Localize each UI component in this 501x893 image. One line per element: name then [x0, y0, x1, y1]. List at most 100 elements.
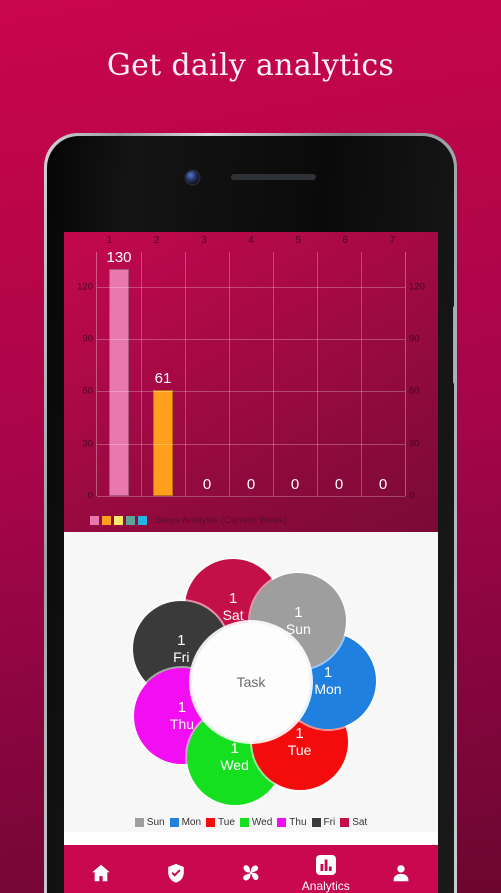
y-axis-tick-label: 120	[409, 281, 425, 293]
earpiece-speaker-icon	[231, 174, 316, 180]
nav-item-bar-chart[interactable]: Analytics	[288, 845, 363, 893]
legend-swatch	[340, 818, 350, 827]
y-axis-tick-label: 90	[82, 333, 93, 345]
donut-legend-label: Mon	[181, 817, 202, 828]
nav-item-home[interactable]	[64, 845, 139, 893]
donut-segment-label: Wed	[220, 757, 249, 774]
phone-screen: 1234567 130 61 0 0 0 0 0 0 0 30 30 60 60 90 90 120 120 …	[64, 232, 438, 893]
gridline-horizontal	[97, 496, 405, 497]
phone-mockup: 1234567 130 61 0 0 0 0 0 0 0 30 30 60 60 90 90 120 120 …	[44, 133, 457, 893]
donut-ring: 1 Sat 1 Fri 1 Thu 1 Wed 1 Tue 1 Mon 1 Sun Task	[126, 557, 376, 807]
front-camera-icon	[186, 170, 199, 184]
donut-legend-item[interactable]: Thu	[277, 817, 307, 828]
gridline-vertical	[361, 252, 362, 496]
y-axis-tick-label: 0	[409, 490, 415, 502]
x-axis-tick-label: 7	[389, 235, 396, 246]
donut-segment-label: Thu	[169, 715, 195, 732]
donut-segment-value: 1	[295, 724, 304, 742]
phone-side-button[interactable]	[453, 306, 454, 384]
donut-legend-label: Fri	[323, 817, 336, 828]
bar-slot[interactable]: 0	[229, 252, 273, 496]
person-icon	[390, 862, 412, 884]
legend-swatch	[277, 818, 287, 827]
bar-value-label: 0	[290, 476, 300, 493]
bar-slot[interactable]: 0	[185, 252, 229, 496]
donut-segment-value: 1	[323, 664, 333, 682]
y-axis-tick-label: 120	[77, 281, 93, 293]
bar-value-label: 0	[202, 476, 212, 493]
x-axis-tick-label: 5	[295, 235, 301, 246]
x-axis-tick-label: 6	[342, 235, 349, 246]
legend-swatch	[169, 818, 179, 827]
bar-chart-icon	[314, 853, 338, 877]
legend-swatch	[114, 516, 123, 525]
nav-item-label: Analytics	[301, 878, 350, 893]
bar[interactable]	[108, 269, 130, 496]
bar-slot[interactable]: 61	[141, 252, 185, 496]
donut-segment-label: Tue	[287, 741, 312, 758]
nav-item-fan[interactable]	[214, 845, 289, 893]
y-axis-tick-label: 90	[409, 333, 420, 345]
bar-slot[interactable]: 130	[97, 249, 141, 496]
bar-slot[interactable]: 0	[361, 252, 405, 496]
gridline-vertical	[141, 252, 142, 496]
bar-slot[interactable]: 0	[317, 252, 361, 496]
donut-legend-item[interactable]: Sun	[134, 817, 165, 828]
donut-segment-label: Mon	[314, 681, 342, 698]
donut-center-label: Task	[192, 623, 310, 741]
donut-legend-item[interactable]: Tue	[206, 817, 235, 828]
bar-chart-bars: 130 61 0 0 0 0 0	[97, 249, 405, 496]
donut-legend-item[interactable]: Fri	[311, 817, 336, 828]
y-axis-tick-label: 0	[87, 490, 93, 502]
bar-value-label: 130	[106, 249, 132, 267]
gridline-horizontal	[97, 339, 405, 341]
phone-frame: 1234567 130 61 0 0 0 0 0 0 0 30 30 60 60 90 90 120 120 …	[47, 136, 454, 893]
gridline-vertical	[317, 252, 318, 496]
nav-item-person[interactable]	[363, 845, 438, 893]
y-axis-tick-label: 30	[82, 438, 93, 450]
x-axis-tick-label: 2	[153, 235, 160, 246]
legend-swatch	[311, 818, 321, 827]
page-title: Get daily analytics	[106, 48, 395, 83]
bar-chart-x-axis: 1 2 3 4 5 6 7	[86, 235, 416, 250]
bar-value-label: 0	[334, 476, 344, 493]
donut-legend-label: Thu	[289, 817, 307, 828]
legend-swatch	[138, 516, 147, 525]
bottom-navigation-bar: Analytics	[64, 845, 438, 893]
x-axis-tick-label: 1	[106, 235, 113, 246]
gridline-vertical	[185, 252, 186, 496]
steps-bar-chart[interactable]: 1234567 130 61 0 0 0 0 0 0 0 30 30 60 60 90 90 120 120 …	[64, 232, 438, 532]
legend-swatch	[126, 516, 135, 525]
bar-chart-plot-area: 130 61 0 0 0 0 0 0 0 30 30 60 60 90 90 120 120	[77, 249, 425, 501]
gridline-horizontal	[97, 391, 405, 393]
donut-segment-label: Sun	[285, 621, 311, 638]
home-icon	[90, 862, 112, 884]
legend-swatch	[134, 818, 144, 827]
fan-icon	[240, 862, 262, 884]
donut-legend-label: Tue	[218, 817, 235, 828]
x-axis-tick-label: 4	[248, 235, 254, 246]
donut-segment-value: 1	[228, 590, 238, 608]
bar-value-label: 61	[154, 369, 172, 387]
bar-value-label: 0	[378, 476, 388, 493]
donut-legend-label: Sun	[146, 817, 165, 828]
shield-check-icon	[165, 862, 187, 884]
donut-segment-value: 1	[230, 740, 239, 758]
gridline-horizontal	[97, 443, 405, 445]
donut-legend-item[interactable]: Mon	[169, 817, 202, 828]
bar-chart-legend: Steps Analysis (Current Week)	[90, 515, 287, 526]
bar-chart-legend-label: Steps Analysis (Current Week)	[155, 515, 288, 526]
donut-legend-item[interactable]: Wed	[239, 817, 272, 828]
donut-segment-label: Fri	[173, 649, 190, 666]
donut-legend: Sun Mon Tue Wed Thu Fri Sat	[64, 817, 438, 828]
y-axis-tick-label: 60	[82, 385, 93, 397]
donut-legend-item[interactable]: Sat	[340, 817, 367, 828]
bar-slot[interactable]: 0	[273, 252, 317, 496]
donut-segment-label: Sat	[222, 606, 244, 623]
donut-legend-label: Sat	[352, 817, 368, 828]
gridline-horizontal	[97, 286, 405, 288]
y-axis-tick-label: 60	[409, 385, 420, 397]
gridline-vertical	[273, 252, 274, 496]
nav-item-shield-check[interactable]	[139, 845, 214, 893]
task-donut-chart[interactable]: 1 Sat 1 Fri 1 Thu 1 Wed 1 Tue 1 Mon 1 Sun Task Sun Mon…	[64, 532, 438, 832]
